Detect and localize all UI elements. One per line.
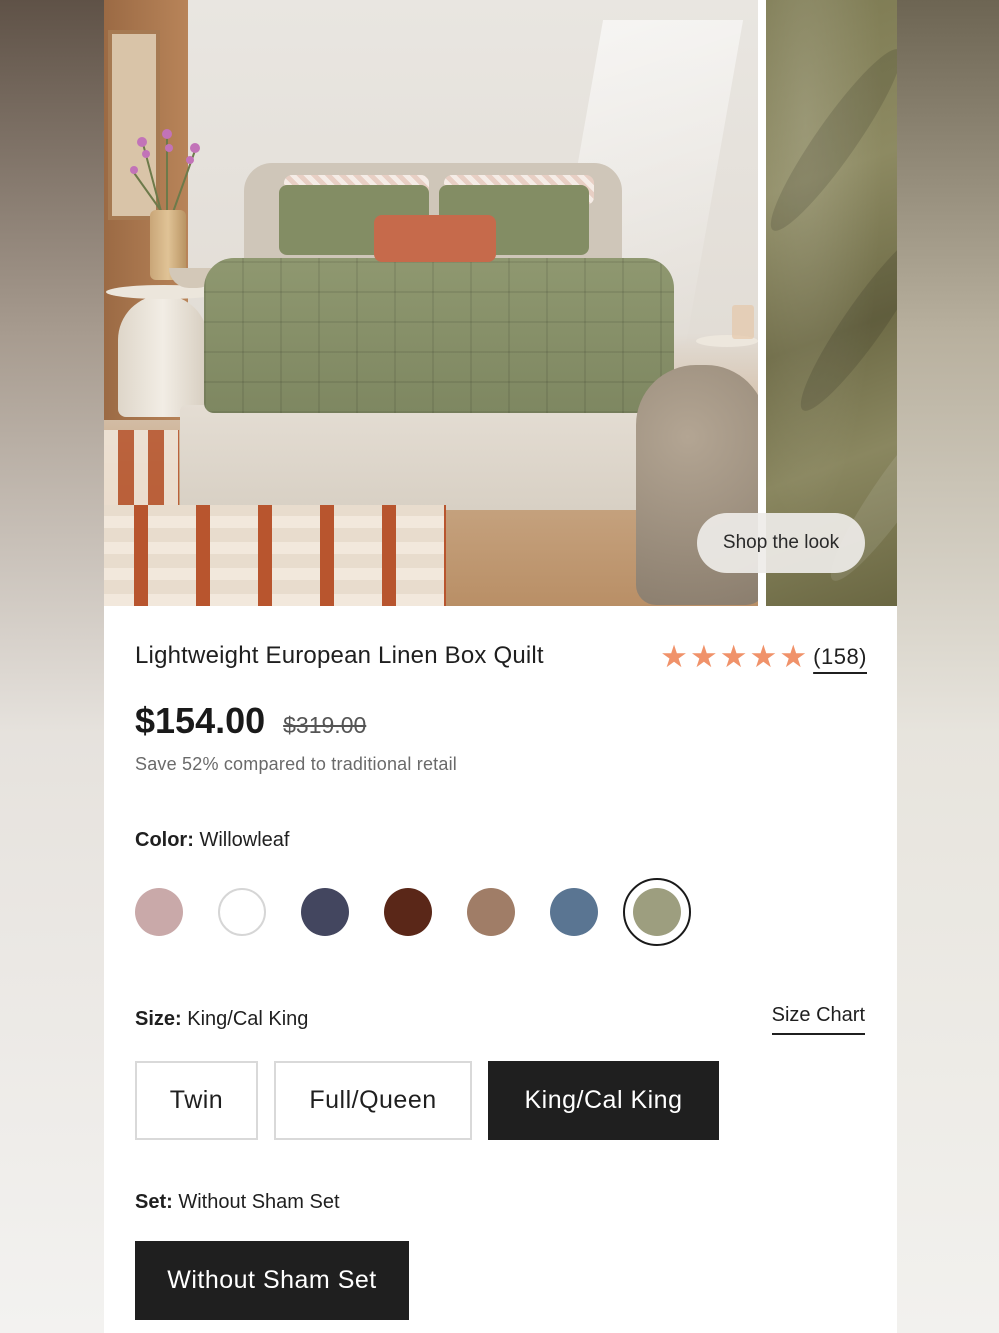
flowers-illustration (130, 129, 200, 216)
product-image-gallery[interactable]: Shop the look (104, 0, 897, 606)
size-option-twin[interactable]: Twin (135, 1061, 258, 1140)
size-option-full-queen[interactable]: Full/Queen (274, 1061, 472, 1140)
swatch-clay[interactable] (467, 888, 515, 936)
savings-text: Save 52% compared to traditional retail (135, 754, 457, 774)
swatch-willowleaf-selected[interactable] (623, 878, 691, 946)
sale-price: $154.00 (135, 700, 266, 741)
star-icon: ★ (779, 639, 808, 674)
set-options: Without Sham Set (135, 1241, 409, 1320)
size-label: Size: King/Cal King (135, 1008, 309, 1030)
product-title: Lightweight European Linen Box Quilt (135, 642, 544, 669)
selected-color-name: Willowleaf (199, 829, 290, 851)
set-label: Set: Without Sham Set (135, 1191, 340, 1213)
background-blur-left (0, 0, 104, 1333)
size-options: Twin Full/Queen King/Cal King (135, 1061, 719, 1140)
size-chart-link[interactable]: Size Chart (771, 1004, 865, 1035)
star-icon: ★ (660, 639, 688, 674)
rating[interactable]: ★ ★ ★ ★ ★ (158) (660, 640, 867, 674)
price-row: $154.00 $319.00 (135, 700, 366, 742)
star-icon: ★ (689, 639, 718, 674)
size-option-king-cal-king[interactable]: King/Cal King (488, 1061, 719, 1140)
swatch-navy[interactable] (301, 888, 349, 936)
original-price: $319.00 (283, 712, 367, 738)
star-rating: ★ ★ ★ ★ ★ (660, 640, 807, 674)
product-page: Shop the look Lightweight European Linen… (104, 0, 897, 1333)
selected-set-name: Without Sham Set (178, 1191, 340, 1213)
review-count-link[interactable]: (158) (813, 644, 867, 670)
swatch-rust-brown[interactable] (384, 888, 432, 936)
swatch-dusty-rose[interactable] (135, 888, 183, 936)
star-icon: ★ (749, 639, 778, 674)
color-label: Color: Willowleaf (135, 829, 290, 851)
shop-the-look-button[interactable]: Shop the look (697, 513, 865, 573)
color-swatches (135, 878, 726, 946)
bedroom-lifestyle-image[interactable] (104, 0, 758, 606)
set-option-without-sham[interactable]: Without Sham Set (135, 1241, 409, 1320)
background-blur-right (897, 0, 999, 1333)
swatch-slate-blue[interactable] (550, 888, 598, 936)
selected-size-name: King/Cal King (187, 1008, 309, 1030)
title-row: Lightweight European Linen Box Quilt ★ ★… (135, 640, 867, 680)
star-icon: ★ (719, 639, 748, 674)
swatch-white[interactable] (218, 888, 266, 936)
